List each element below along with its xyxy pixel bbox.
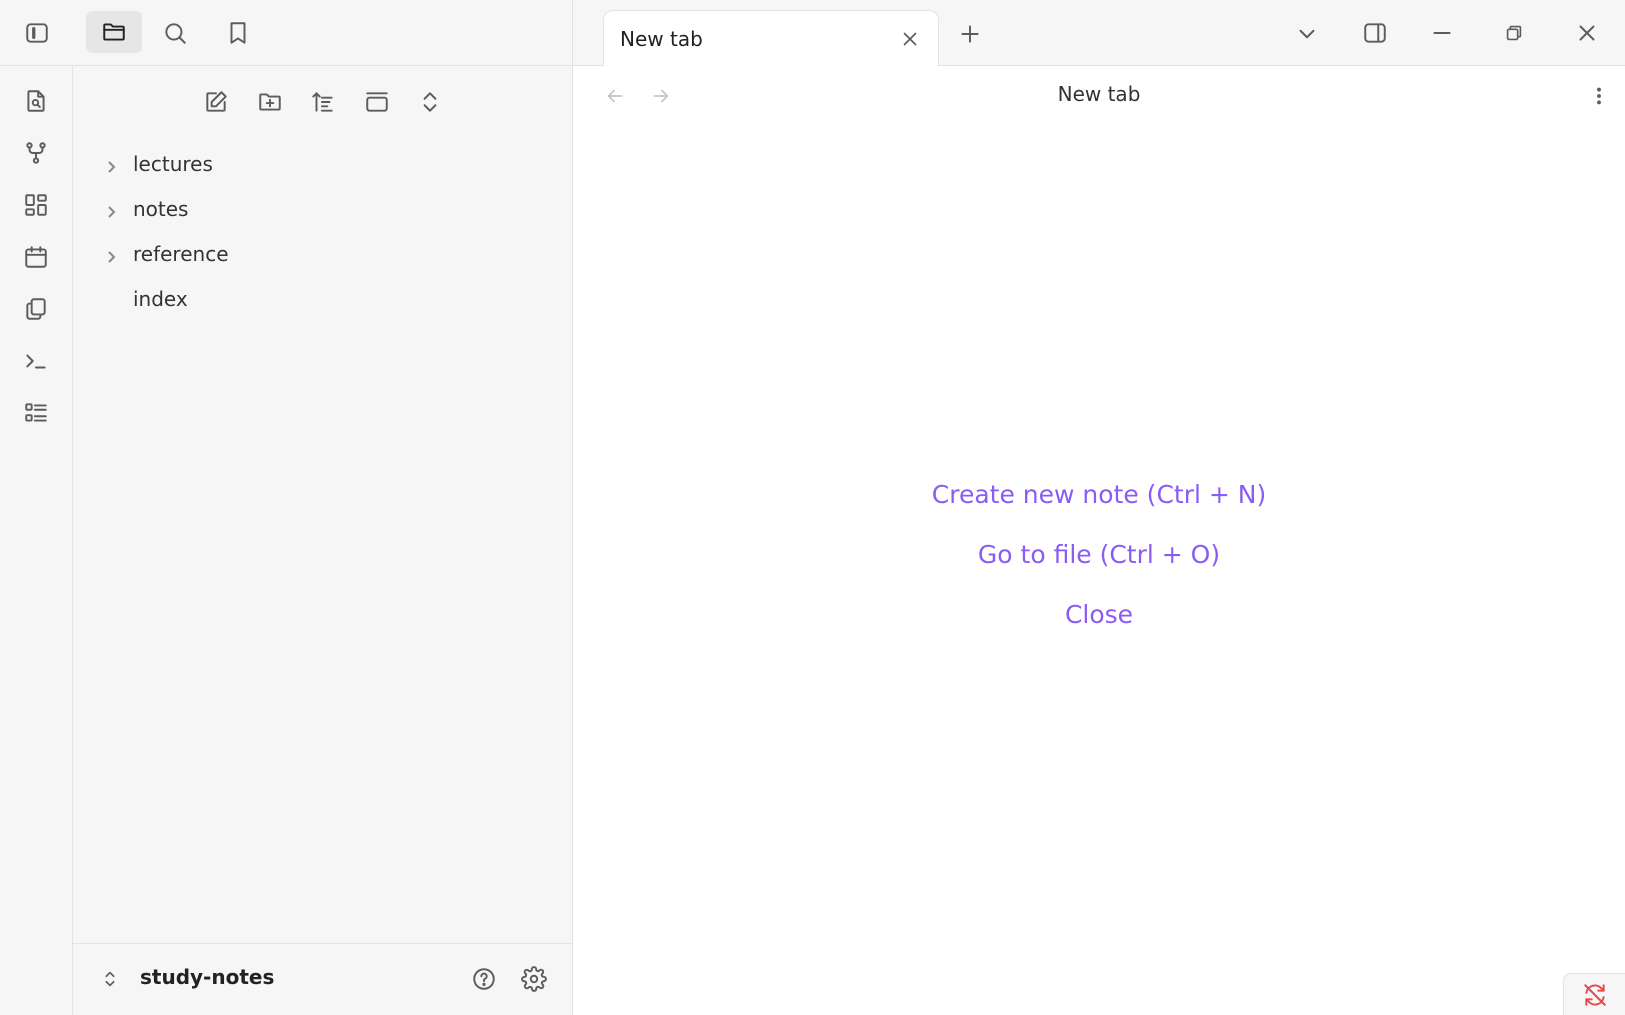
toggle-sidebar-icon[interactable]	[17, 13, 57, 53]
tree-folder-lectures[interactable]: lectures	[73, 144, 572, 184]
canvas-icon[interactable]	[16, 185, 56, 225]
view-header-title: New tab	[1057, 82, 1141, 106]
help-icon[interactable]	[465, 960, 503, 998]
templates-icon[interactable]	[16, 289, 56, 329]
tree-item-label: lectures	[133, 152, 213, 176]
tree-item-label: index	[133, 287, 188, 311]
new-tab-plus-icon[interactable]	[950, 14, 990, 54]
tree-file-index[interactable]: index	[73, 279, 572, 319]
go-to-file-link[interactable]: Go to file (Ctrl + O)	[573, 540, 1625, 569]
chevron-right-icon	[103, 246, 119, 263]
vault-switch-icon[interactable]	[93, 962, 127, 996]
tree-item-label: notes	[133, 197, 189, 221]
quick-switcher-icon[interactable]	[16, 81, 56, 121]
search-icon[interactable]	[155, 13, 195, 53]
command-palette-icon[interactable]	[16, 341, 56, 381]
bookmark-icon[interactable]	[218, 13, 258, 53]
minimize-window-icon[interactable]	[1422, 13, 1462, 53]
create-new-note-link[interactable]: Create new note (Ctrl + N)	[573, 480, 1625, 509]
files-tab-icon[interactable]	[86, 11, 142, 53]
vault-name[interactable]: study-notes	[140, 965, 274, 989]
ribbon	[0, 66, 73, 1015]
calendar-icon[interactable]	[16, 237, 56, 277]
file-explorer: lectures notes reference index study-not…	[73, 66, 573, 1015]
tree-folder-notes[interactable]: notes	[73, 189, 572, 229]
close-window-icon[interactable]	[1567, 13, 1607, 53]
collapse-all-icon[interactable]	[410, 82, 450, 122]
chevron-right-icon	[103, 201, 119, 218]
chevron-right-icon	[103, 156, 119, 173]
tree-folder-reference[interactable]: reference	[73, 234, 572, 274]
outline-list-icon[interactable]	[16, 393, 56, 433]
vault-switcher-bar: study-notes	[73, 943, 572, 1015]
settings-gear-icon[interactable]	[515, 960, 553, 998]
more-options-icon[interactable]	[1581, 78, 1617, 114]
sidebar-header	[0, 0, 573, 66]
auto-reveal-icon[interactable]	[357, 82, 397, 122]
close-tab-link[interactable]: Close	[573, 600, 1625, 629]
tab-new-tab[interactable]: New tab	[603, 10, 939, 67]
app-window: lectures notes reference index study-not…	[0, 0, 1625, 1015]
new-note-icon[interactable]	[196, 82, 236, 122]
graph-view-icon[interactable]	[16, 133, 56, 173]
editor-pane: New tab Create new note (Ctrl + N) Go to…	[573, 66, 1625, 1015]
sort-icon[interactable]	[303, 82, 343, 122]
tab-bar: New tab	[573, 0, 1625, 67]
sync-status-icon[interactable]	[1563, 973, 1625, 1015]
close-tab-icon[interactable]	[894, 23, 926, 55]
toggle-right-sidebar-icon[interactable]	[1355, 13, 1395, 53]
new-folder-icon[interactable]	[250, 82, 290, 122]
tab-list-chevron-down-icon[interactable]	[1287, 14, 1327, 54]
tab-title: New tab	[620, 27, 703, 51]
tree-item-label: reference	[133, 242, 229, 266]
restore-window-icon[interactable]	[1494, 13, 1534, 53]
